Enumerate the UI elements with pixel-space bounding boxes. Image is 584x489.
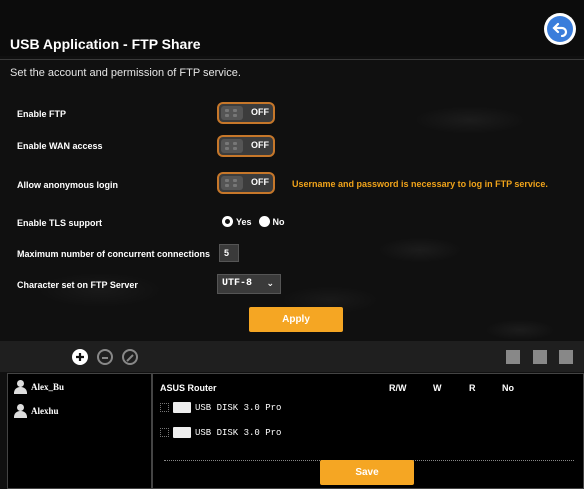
delete-folder-icon[interactable]: [533, 350, 547, 364]
tls-yes-radio[interactable]: [222, 216, 233, 227]
title-divider: [0, 59, 584, 60]
account-item[interactable]: Alexhu: [14, 404, 59, 418]
charset-label: Character set on FTP Server: [17, 280, 138, 290]
tls-no-radio[interactable]: [258, 216, 270, 227]
edit-folder-icon[interactable]: [559, 350, 573, 364]
back-button[interactable]: [544, 13, 576, 45]
apply-button[interactable]: Apply: [249, 307, 343, 332]
page-title: USB Application - FTP Share: [10, 36, 201, 52]
ftp-share-panel: USB Application - FTP Share Set the acco…: [0, 0, 584, 489]
col-r: R: [469, 383, 476, 393]
enable-ftp-toggle[interactable]: OFF: [217, 102, 275, 124]
remove-circle-icon[interactable]: [97, 349, 113, 365]
tls-label: Enable TLS support: [17, 218, 103, 228]
disk-item[interactable]: USB DISK 3.0 Pro: [160, 427, 281, 438]
account-toolbar: [0, 341, 584, 372]
tls-no-label: No: [272, 216, 285, 227]
usb-disk-icon: [173, 427, 191, 438]
col-rw: R/W: [389, 383, 407, 393]
account-name: Alexhu: [31, 406, 59, 416]
account-item[interactable]: Alex_Bu: [14, 380, 64, 394]
add-circle-icon[interactable]: [72, 349, 88, 365]
tls-radio-group: Yes No: [222, 216, 285, 227]
save-button[interactable]: Save: [320, 460, 414, 485]
disk-name: USB DISK 3.0 Pro: [195, 427, 282, 438]
toggle-state-text: OFF: [251, 107, 269, 117]
tree-expander-icon[interactable]: [160, 403, 169, 412]
back-arrow-icon: [547, 16, 573, 42]
login-warning-text: Username and password is necessary to lo…: [292, 179, 548, 189]
max-connections-label: Maximum number of concurrent connections: [17, 249, 211, 259]
charset-value: UTF-8: [222, 278, 253, 289]
col-w: W: [433, 383, 442, 393]
toggle-state-text: OFF: [251, 177, 269, 187]
disk-item[interactable]: USB DISK 3.0 Pro: [160, 402, 281, 413]
col-no: No: [502, 383, 514, 393]
edit-circle-icon[interactable]: [122, 349, 138, 365]
user-icon: [14, 380, 27, 394]
account-name: Alex_Bu: [31, 382, 65, 392]
max-connections-input[interactable]: 5: [219, 244, 239, 262]
charset-select[interactable]: UTF-8 ⌄: [217, 274, 281, 294]
user-icon: [14, 404, 27, 418]
device-name: ASUS Router: [160, 383, 217, 393]
anonymous-login-toggle[interactable]: OFF: [217, 172, 275, 194]
chevron-down-icon: ⌄: [266, 279, 274, 289]
disk-name: USB DISK 3.0 Pro: [195, 402, 282, 413]
tree-expander-icon[interactable]: [160, 428, 169, 437]
tls-yes-label: Yes: [236, 216, 252, 227]
usb-disk-icon: [173, 402, 191, 413]
account-list: Alex_Bu Alexhu: [7, 373, 152, 489]
add-folder-icon[interactable]: [506, 350, 520, 364]
anonymous-login-label: Allow anonymous login: [17, 180, 118, 190]
toggle-state-text: OFF: [251, 140, 269, 150]
enable-ftp-label: Enable FTP: [17, 109, 67, 119]
enable-wan-toggle[interactable]: OFF: [217, 135, 275, 157]
page-description: Set the account and permission of FTP se…: [10, 67, 241, 79]
enable-wan-label: Enable WAN access: [17, 141, 103, 151]
